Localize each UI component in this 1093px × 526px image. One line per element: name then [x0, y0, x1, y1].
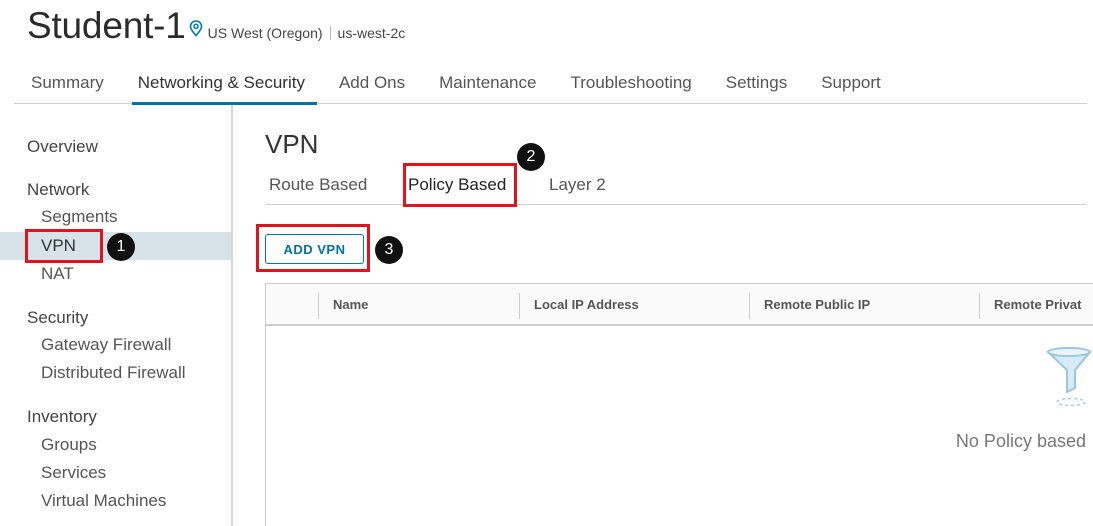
filter-funnel-icon [1045, 346, 1093, 413]
sidebar-section-network: Network [27, 180, 90, 199]
sddc-title: Student-1 [27, 5, 186, 46]
vpn-datagrid: Name Local IP Address Remote Public IP R… [265, 283, 1093, 526]
region-label: US West (Oregon) [207, 25, 323, 41]
empty-state-message: No Policy based [955, 431, 1086, 451]
step-badge-1: 1 [107, 233, 135, 261]
column-header-local-ip[interactable]: Local IP Address [520, 284, 749, 326]
tab-layer-2[interactable]: Layer 2 [549, 175, 606, 195]
tab-route-based[interactable]: Route Based [269, 175, 367, 195]
map-pin-icon [189, 20, 203, 42]
highlight-vpn-sidebar [25, 229, 103, 263]
tab-networking-security[interactable]: Networking & Security [121, 62, 322, 105]
sidebar-item-overview[interactable]: Overview [27, 137, 98, 157]
tab-settings[interactable]: Settings [709, 62, 804, 104]
tab-troubleshooting[interactable]: Troubleshooting [553, 62, 708, 104]
sidebar-section-security: Security [27, 308, 89, 327]
step-badge-2: 2 [517, 143, 545, 171]
sidebar-item-nat[interactable]: NAT [0, 260, 231, 288]
step-badge-3: 3 [375, 236, 403, 264]
tab-add-ons[interactable]: Add Ons [322, 62, 422, 104]
zone-label: us-west-2c [337, 25, 406, 41]
column-header-remote-public-ip[interactable]: Remote Public IP [750, 284, 979, 326]
sidebar-item-groups[interactable]: Groups [0, 431, 231, 459]
sidebar: Overview Network Segments VPN NAT Securi… [0, 105, 233, 526]
highlight-add-vpn-button [256, 224, 370, 272]
page-header: Student-1 US West (Oregon) us-west-2c [27, 4, 405, 48]
sidebar-item-gateway-firewall[interactable]: Gateway Firewall [0, 331, 231, 359]
sidebar-item-distributed-firewall[interactable]: Distributed Firewall [0, 359, 231, 387]
tab-support[interactable]: Support [804, 62, 898, 104]
column-header-remote-private[interactable]: Remote Privat [980, 284, 1090, 326]
sidebar-section-inventory: Inventory [27, 407, 97, 426]
datagrid-header: Name Local IP Address Remote Public IP R… [266, 284, 1093, 326]
divider [329, 26, 331, 40]
tab-summary[interactable]: Summary [14, 62, 121, 104]
highlight-policy-based-tab [403, 163, 517, 207]
top-tab-bar: Summary Networking & Security Add Ons Ma… [14, 62, 1087, 105]
sidebar-item-segments[interactable]: Segments [0, 203, 231, 231]
column-header-name[interactable]: Name [319, 284, 519, 326]
main-content: VPN Route Based Policy Based Layer 2 ADD… [235, 105, 1093, 526]
page-title: VPN [265, 129, 319, 159]
sidebar-item-virtual-machines[interactable]: Virtual Machines [0, 487, 231, 515]
tab-maintenance[interactable]: Maintenance [422, 62, 553, 104]
vpn-tab-bar: Route Based Policy Based Layer 2 [265, 167, 1087, 205]
sidebar-item-services[interactable]: Services [0, 459, 231, 487]
